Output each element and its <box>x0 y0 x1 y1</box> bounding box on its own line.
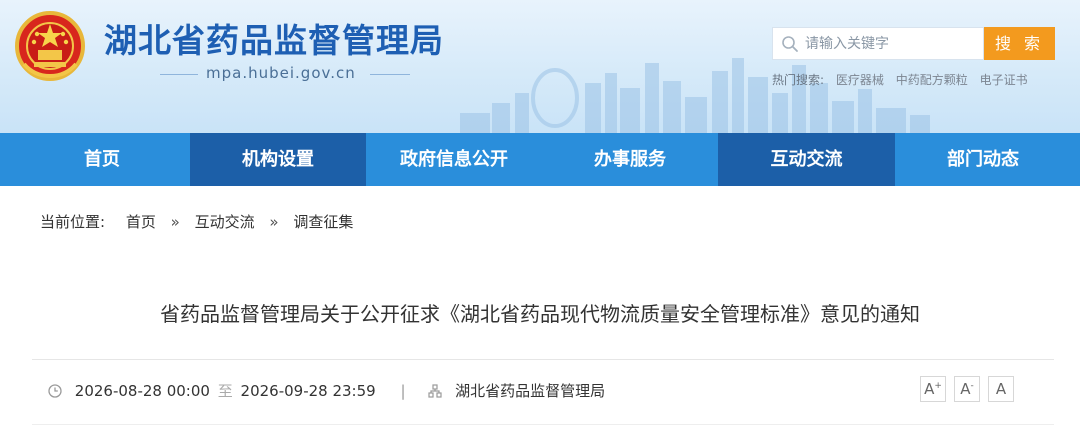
breadcrumb-item-interaction[interactable]: 互动交流 <box>195 213 255 231</box>
hot-search-label: 热门搜索: <box>772 73 825 87</box>
nav-item-services[interactable]: 办事服务 <box>542 133 718 186</box>
domain-rule-right <box>370 74 410 75</box>
domain-rule-left <box>160 74 198 75</box>
site-domain-text: mpa.hubei.gov.cn <box>206 64 356 82</box>
search-box <box>772 27 984 60</box>
breadcrumb-separator: » <box>170 213 180 231</box>
organization-name: 湖北省药品监督管理局 <box>455 382 606 400</box>
organization-icon <box>428 384 442 398</box>
site-header: 湖北省药品监督管理局 mpa.hubei.gov.cn 搜 索 热门搜索: 医疗… <box>0 0 1080 133</box>
nav-item-organization[interactable]: 机构设置 <box>190 133 366 186</box>
font-increase-mark: + <box>934 381 942 391</box>
hot-search-link-e-certificate[interactable]: 电子证书 <box>980 73 1028 87</box>
meta-separator: | <box>400 382 406 400</box>
article-meta: 2026-08-28 00:00 至 2026-09-28 23:59 | 湖北… <box>48 380 605 400</box>
breadcrumb: 当前位置: 首页 » 互动交流 » 调查征集 <box>40 211 363 232</box>
to-label: 至 <box>217 382 233 400</box>
font-decrease-mark: - <box>970 381 974 391</box>
search-button[interactable]: 搜 索 <box>984 27 1055 60</box>
hot-search: 热门搜索: 医疗器械 中药配方颗粒 电子证书 <box>772 71 1036 88</box>
start-time: 2026-08-28 00:00 <box>74 382 210 400</box>
site-title: 湖北省药品监督管理局 <box>104 21 444 60</box>
national-emblem-icon <box>15 11 85 81</box>
font-reset-button[interactable]: A <box>988 376 1014 402</box>
nav-item-news[interactable]: 部门动态 <box>895 133 1071 186</box>
font-decrease-label: A <box>960 380 971 398</box>
end-time: 2026-09-28 23:59 <box>240 382 376 400</box>
site-domain: mpa.hubei.gov.cn <box>160 64 410 84</box>
search-icon <box>782 36 798 52</box>
font-increase-label: A <box>924 380 935 398</box>
font-reset-label: A <box>995 380 1007 398</box>
nav-item-gov-info[interactable]: 政府信息公开 <box>366 133 542 186</box>
bottom-divider <box>32 424 1054 425</box>
hot-search-link-tcm-granules[interactable]: 中药配方颗粒 <box>896 73 968 87</box>
clock-icon <box>48 384 62 398</box>
font-increase-button[interactable]: A+ <box>920 376 946 402</box>
city-skyline-image <box>460 58 930 133</box>
divider <box>32 359 1054 360</box>
breadcrumb-separator: » <box>269 213 279 231</box>
breadcrumb-item-home[interactable]: 首页 <box>126 213 156 231</box>
search-input[interactable] <box>805 28 981 59</box>
breadcrumb-item-survey[interactable]: 调查征集 <box>293 213 353 231</box>
breadcrumb-prefix: 当前位置: <box>40 213 106 231</box>
nav-item-interaction[interactable]: 互动交流 <box>718 133 895 186</box>
main-nav: 首页 机构设置 政府信息公开 办事服务 互动交流 部门动态 <box>0 133 1080 186</box>
article-title: 省药品监督管理局关于公开征求《湖北省药品现代物流质量安全管理标准》意见的通知 <box>160 302 920 326</box>
nav-item-home[interactable]: 首页 <box>14 133 190 186</box>
hot-search-link-medical-devices[interactable]: 医疗器械 <box>836 73 884 87</box>
font-decrease-button[interactable]: A- <box>954 376 980 402</box>
